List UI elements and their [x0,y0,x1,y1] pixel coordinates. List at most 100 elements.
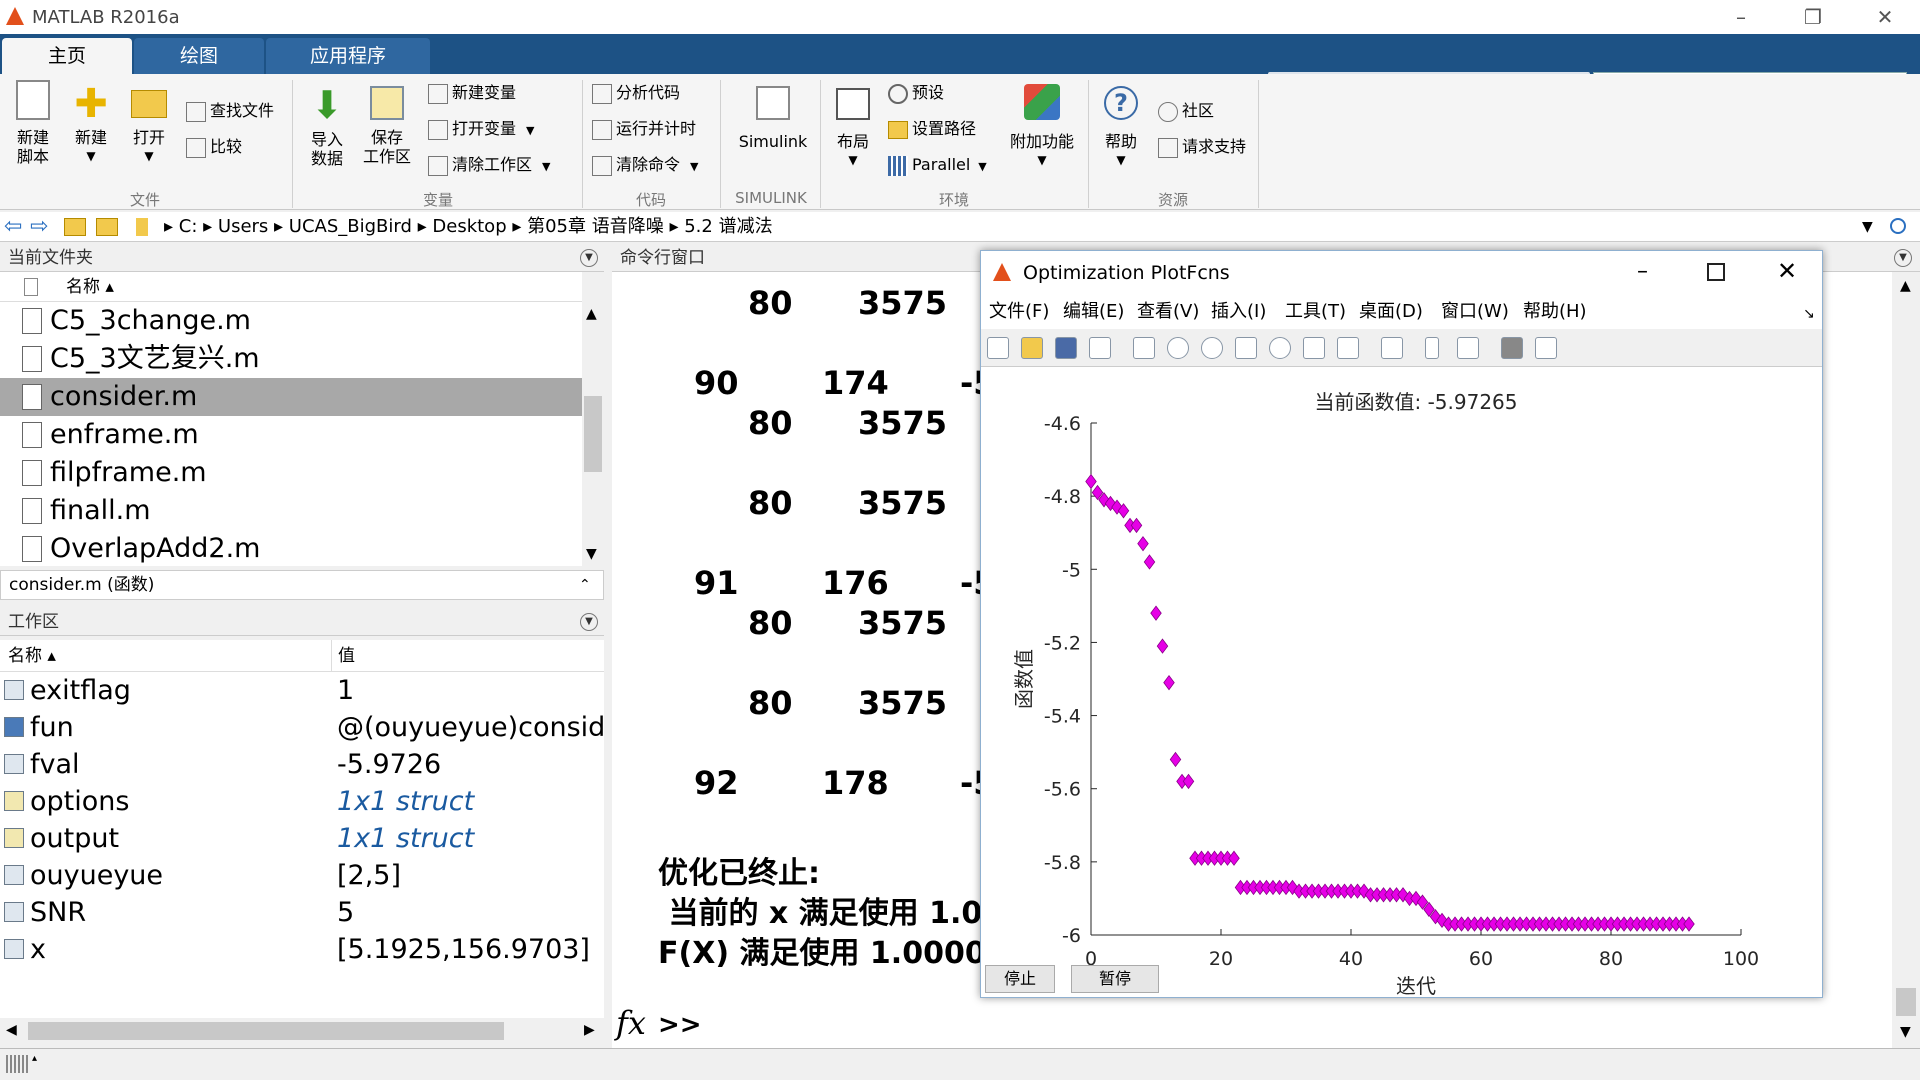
workspace-hscrollbar[interactable]: ◀ ▶ [0,1018,604,1044]
table-row[interactable]: ouyueyue [2,5] [0,857,604,894]
link-plot-icon[interactable] [1381,337,1403,359]
function-value-chart[interactable]: 0 20 40 60 80 100-4.6-4.8-5-5.2-5.4-5.6-5.8-6… [981,367,1822,997]
hide-plot-tools-icon[interactable] [1501,337,1523,359]
browse-folder-icon[interactable] [96,218,118,236]
pan-hand-icon[interactable] [1235,337,1257,359]
tab-apps[interactable]: 应用程序 [266,38,430,74]
breadcrumb-item[interactable]: C: [179,216,198,237]
find-files-button[interactable]: 查找文件 [186,98,274,124]
chevron-up-icon[interactable]: ⌃ [579,571,591,599]
menu-file[interactable]: 文件(F) [989,295,1049,329]
scroll-down-icon[interactable]: ▼ [1900,1024,1911,1040]
list-item[interactable]: C5_3change.m [0,302,582,340]
status-grip-icon[interactable] [6,1055,30,1073]
file-name-column-header[interactable]: 名称 ▴ [66,272,114,302]
menu-desktop[interactable]: 桌面(D) [1359,295,1423,329]
list-item[interactable]: C5_3文艺复兴.m [0,340,582,378]
scrollbar-thumb[interactable] [28,1022,504,1040]
layout-button[interactable]: 布局 ▼ [828,80,878,170]
list-item[interactable]: enframe.m [0,416,582,454]
new-script-button[interactable]: 新建 脚本 [8,80,58,166]
scroll-left-icon[interactable]: ◀ [6,1022,17,1038]
clear-workspace-button[interactable]: 清除工作区 ▼ [428,152,550,178]
menu-window[interactable]: 窗口(W) [1441,295,1509,329]
pointer-icon[interactable] [1133,337,1155,359]
run-timed-button[interactable]: 运行并计时 [592,116,696,142]
table-row[interactable]: output 1x1 struct [0,820,604,857]
restore-icon[interactable]: ❐ [1784,2,1842,32]
up-folder-icon[interactable] [64,218,86,236]
new-variable-button[interactable]: 新建变量 [428,80,516,106]
clear-commands-button[interactable]: 清除命令 ▼ [592,152,698,178]
menu-view[interactable]: 查看(V) [1137,295,1199,329]
compare-button[interactable]: 比较 [186,134,242,160]
import-data-button[interactable]: ⬇ 导入 数据 [302,80,352,168]
save-figure-icon[interactable] [1055,337,1077,359]
open-button[interactable]: 打开 ▼ [124,80,174,166]
new-figure-icon[interactable] [987,337,1009,359]
forward-arrow-icon[interactable]: ⇨ [30,212,48,242]
breadcrumb-item[interactable]: UCAS_BigBird [289,216,412,237]
zoom-out-icon[interactable] [1201,337,1223,359]
parallel-button[interactable]: Parallel ▼ [888,152,987,178]
legend-icon[interactable] [1457,337,1479,359]
preferences-button[interactable]: 预设 [888,80,944,106]
tab-home[interactable]: 主页 [2,38,132,74]
table-row[interactable]: options 1x1 struct [0,783,604,820]
help-button[interactable]: ? 帮助 ▼ [1096,80,1146,170]
tab-plots[interactable]: 绘图 [134,38,264,74]
add-ons-button[interactable]: 附加功能 ▼ [1004,80,1080,170]
scroll-right-icon[interactable]: ▶ [584,1022,595,1038]
figure-minimize-icon[interactable]: – [1637,259,1648,284]
close-icon[interactable]: ✕ [1856,2,1914,32]
brush-icon[interactable] [1337,337,1359,359]
menu-tools[interactable]: 工具(T) [1285,295,1346,329]
list-item[interactable]: consider.m [0,378,582,416]
set-path-button[interactable]: 设置路径 [888,116,976,142]
table-row[interactable]: SNR 5 [0,894,604,931]
analyze-code-button[interactable]: 分析代码 [592,80,680,106]
scrollbar-thumb[interactable] [1896,988,1916,1016]
scroll-down-icon[interactable]: ▼ [586,546,597,562]
table-row[interactable]: fun @(ouyueyue)consid [0,709,604,746]
panel-menu-icon[interactable]: ▼ [1894,249,1912,267]
menu-help[interactable]: 帮助(H) [1523,295,1587,329]
breadcrumb-item[interactable]: 第05章 语音降噪 [527,216,664,237]
open-file-icon[interactable] [1021,337,1043,359]
name-column-header[interactable]: 名称 ▴ [8,640,56,672]
list-item[interactable]: finall.m [0,492,582,530]
data-cursor-icon[interactable] [1303,337,1325,359]
open-variable-button[interactable]: 打开变量 ▼ [428,116,534,142]
fx-icon[interactable]: fx [616,1004,646,1042]
menu-insert[interactable]: 插入(I) [1211,295,1266,329]
figure-maximize-icon[interactable] [1707,263,1725,281]
panel-menu-icon[interactable]: ▼ [580,613,598,631]
request-support-button[interactable]: 请求支持 [1158,134,1246,160]
command-prompt[interactable]: fx >> [612,1004,1892,1048]
file-list-scrollbar[interactable]: ▲ ▼ [582,302,604,566]
print-icon[interactable] [1089,337,1111,359]
rotate-3d-icon[interactable] [1269,337,1291,359]
stop-button[interactable]: 停止 [985,965,1055,993]
table-row[interactable]: exitflag 1 [0,672,604,709]
command-window-scrollbar[interactable]: ▲ ▼ [1892,272,1920,1048]
simulink-button[interactable]: Simulink [730,80,816,151]
show-plot-tools-icon[interactable] [1535,337,1557,359]
save-workspace-button[interactable]: 保存 工作区 [358,80,416,166]
community-button[interactable]: 社区 [1158,98,1214,124]
panel-menu-icon[interactable]: ▼ [580,249,598,267]
figure-window[interactable]: Optimization PlotFcns – ✕ 文件(F) 编辑(E) 查看… [980,250,1823,998]
pause-button[interactable]: 暂停 [1071,965,1159,993]
figure-close-icon[interactable]: ✕ [1777,257,1797,285]
zoom-in-icon[interactable] [1167,337,1189,359]
folder-search-icon[interactable] [1890,218,1906,234]
breadcrumb-item[interactable]: Desktop [432,216,506,237]
value-column-header[interactable]: 值 [338,640,355,672]
list-item[interactable]: filpframe.m [0,454,582,492]
minimize-icon[interactable]: – [1712,2,1770,32]
colorbar-icon[interactable] [1425,337,1439,359]
table-row[interactable]: fval -5.9726 [0,746,604,783]
list-item[interactable]: OverlapAdd2.m [0,530,582,566]
table-row[interactable]: x [5.1925,156.9703] [0,931,604,968]
address-dropdown-icon[interactable]: ▼ [1862,212,1873,242]
